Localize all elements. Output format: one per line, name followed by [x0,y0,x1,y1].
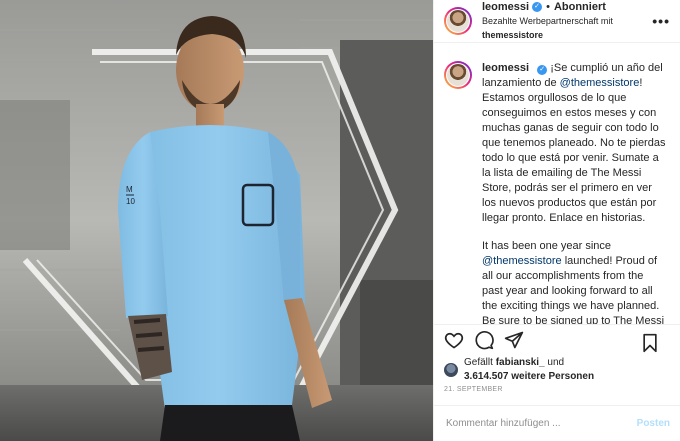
instagram-post: M 10 leomessi ✓ • Abonniert Bezahlte Wer… [0,0,680,441]
post-sidebar: leomessi ✓ • Abonniert Bezahlte Werbepar… [433,0,680,441]
caption-paragraph-es: leomessi ✓ ¡Se cumplió un año del lanzam… [482,62,666,224]
paid-partnership-label: Bezahlte Werbepartnerschaft mit themessi… [482,14,671,42]
post-photo[interactable]: M 10 [0,0,433,441]
liker-username[interactable]: fabianski_ [496,357,545,368]
svg-text:M: M [126,185,133,194]
verified-badge-icon: ✓ [537,65,548,75]
partner-link[interactable]: themessistore [482,30,543,40]
post-header: leomessi ✓ • Abonniert Bezahlte Werbepar… [434,0,680,43]
photo-artwork: M 10 [0,0,433,441]
heart-icon[interactable] [444,330,464,350]
liker-avatar[interactable] [444,362,458,377]
post-comment-button[interactable]: Posten [637,418,670,429]
svg-text:10: 10 [126,197,135,206]
caption-username[interactable]: leomessi [482,62,529,74]
comment-icon[interactable] [474,330,494,350]
caption-text: leomessi ✓ ¡Se cumplió un año del lanzam… [482,61,666,324]
caption-paragraph-en: It has been one year since @themessistor… [482,240,665,324]
likes-count[interactable]: 3.614.507 weitere Personen [464,371,594,382]
separator-dot: • [546,1,550,13]
mention-link[interactable]: @themessistore [560,77,640,89]
caption-scroll-area[interactable]: leomessi ✓ ¡Se cumplió un año del lanzam… [434,43,680,324]
author-username[interactable]: leomessi [482,0,529,14]
follow-status-button[interactable]: Abonniert [554,0,606,14]
bookmark-icon[interactable] [640,333,660,353]
post-date[interactable]: 21. SEPTEMBER [434,384,680,406]
more-horizontal-icon[interactable]: ••• [652,13,670,29]
comment-input[interactable] [444,417,637,431]
header-text: leomessi ✓ • Abonniert Bezahlte Werbepar… [482,0,671,42]
caption-avatar[interactable] [444,61,472,89]
caption: leomessi ✓ ¡Se cumplió un año del lanzam… [444,61,670,324]
likes-summary: Gefällt fabianski_ und 3.614.507 weitere… [434,356,680,384]
comment-box: Posten [434,405,680,441]
author-avatar[interactable] [444,7,472,35]
paid-prefix: Bezahlte Werbepartnerschaft mit [482,16,613,26]
send-icon[interactable] [504,330,524,350]
verified-badge-icon: ✓ [532,2,543,12]
mention-link[interactable]: @themessistore [482,255,562,267]
avatar-image [447,10,469,32]
action-bar [434,323,680,356]
